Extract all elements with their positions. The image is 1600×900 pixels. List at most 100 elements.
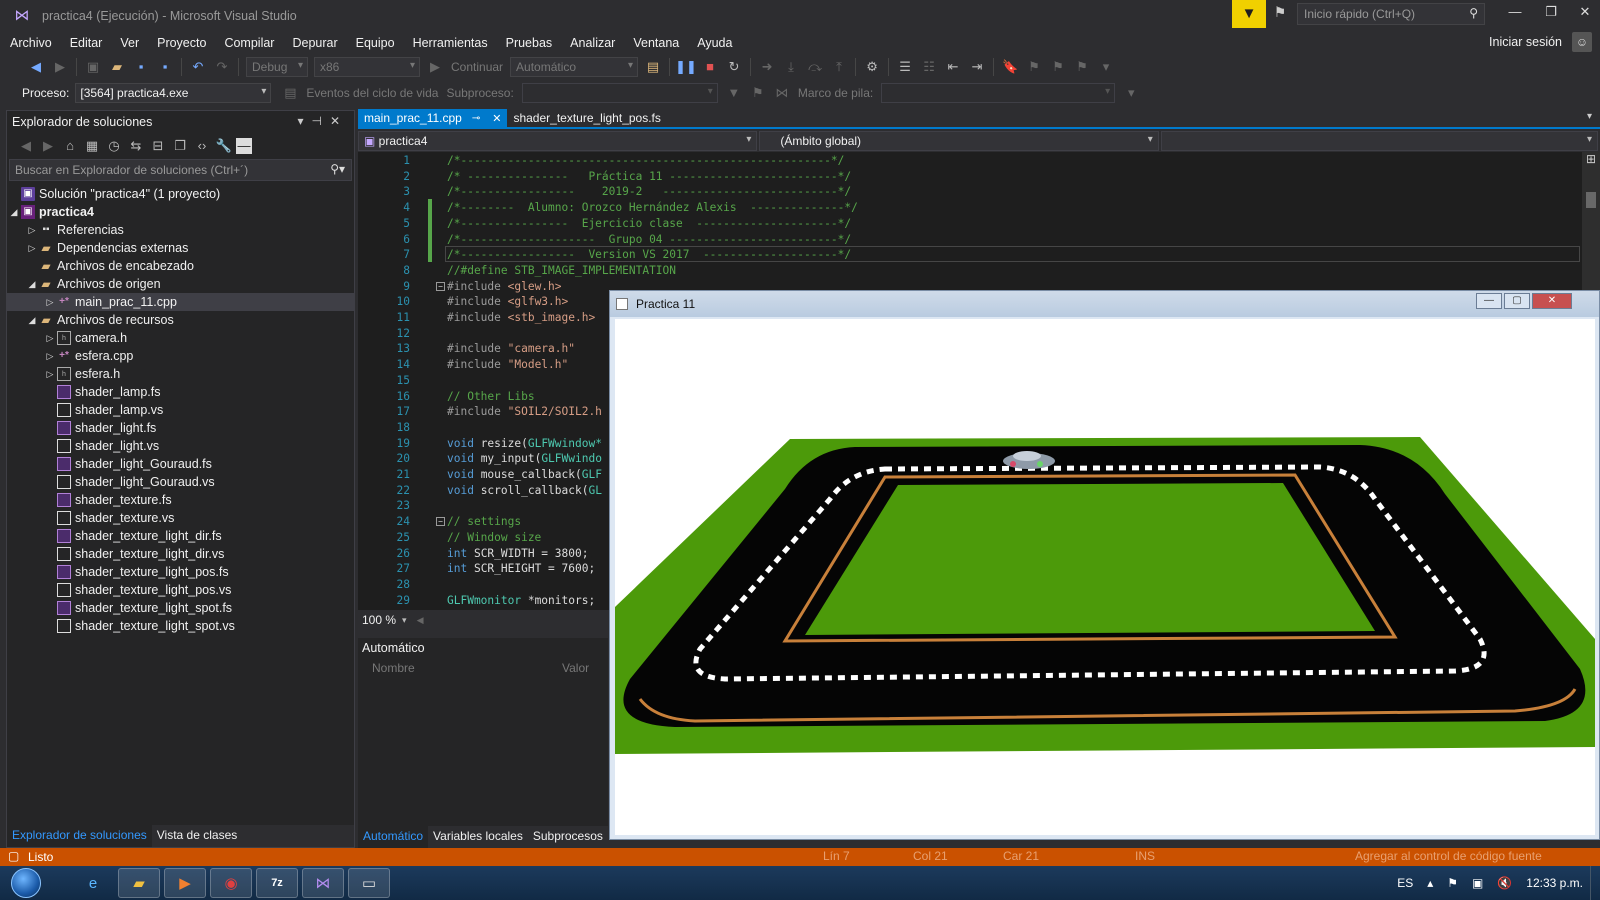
lifecycle-events-icon[interactable]: ▤ (279, 82, 301, 104)
tree-item[interactable]: shader_light_Gouraud.fs (7, 455, 354, 473)
continue-mode-select[interactable]: Automático (510, 57, 639, 77)
forward-icon[interactable]: ▶ (38, 135, 58, 157)
step-over-icon[interactable]: ⤼ (804, 56, 826, 78)
collapsed-arrow-icon[interactable]: ▷ (43, 297, 57, 308)
next-bookmark-icon[interactable]: ⚑ (1047, 56, 1069, 78)
scroll-left-icon[interactable]: ◀ (417, 615, 424, 626)
tab-locals[interactable]: Variables locales (428, 826, 528, 848)
scope-select[interactable]: (Ámbito global) (759, 131, 1159, 151)
chrome-icon[interactable]: ◉ (210, 868, 252, 898)
preview-icon[interactable]: — (236, 138, 252, 154)
expanded-arrow-icon[interactable]: ◢ (25, 279, 39, 290)
minimize-button[interactable]: — (1476, 293, 1502, 309)
menu-item-ventana[interactable]: Ventana (624, 36, 688, 50)
menu-item-proyecto[interactable]: Proyecto (148, 36, 215, 50)
quick-launch-input[interactable]: Inicio rápido (Ctrl+Q) ⚲ (1297, 3, 1485, 25)
continue-icon[interactable]: ▶ (424, 56, 446, 78)
tree-item[interactable]: shader_texture_light_spot.fs (7, 599, 354, 617)
column-value[interactable]: Valor (562, 661, 589, 675)
toggle-frames-icon[interactable]: ⋈ (771, 82, 793, 104)
step-into-icon[interactable]: ⤓ (780, 56, 802, 78)
notifications-filter-icon[interactable]: ▼ (1232, 0, 1266, 28)
toolbar-options-icon[interactable]: ▾ (1120, 82, 1142, 104)
start-button[interactable] (6, 866, 46, 900)
pin-icon[interactable]: ⊸ (472, 113, 480, 124)
tab-main-prac-11[interactable]: main_prac_11.cpp ⊸ ✕ (358, 109, 508, 127)
menu-item-equipo[interactable]: Equipo (347, 36, 404, 50)
tree-item[interactable]: shader_texture.vs (7, 509, 354, 527)
zoom-select[interactable]: 100 % (362, 613, 396, 627)
member-select[interactable] (1160, 131, 1598, 151)
flag-thread-icon[interactable]: ⚑ (747, 82, 769, 104)
save-all-icon[interactable]: ▪ (154, 56, 176, 78)
tree-item[interactable]: shader_light_Gouraud.vs (7, 473, 354, 491)
tree-item[interactable]: ◢ ▰ Archivos de recursos (7, 311, 354, 329)
toolbar-options-icon[interactable]: ▾ (1095, 56, 1117, 78)
menu-item-ver[interactable]: Ver (111, 36, 148, 50)
tree-item[interactable]: ▰ Archivos de encabezado (7, 257, 354, 275)
step-out-icon[interactable]: ⤒ (828, 56, 850, 78)
lifecycle-events-button[interactable]: Eventos del ciclo de vida (306, 86, 438, 100)
tree-item[interactable]: ▷ h camera.h (7, 329, 354, 347)
volume-muted-icon[interactable]: 🔇 (1497, 876, 1512, 890)
collapse-region-icon[interactable]: − (436, 517, 445, 527)
tree-item[interactable]: ◢ ▣ practica4 (7, 203, 354, 221)
expanded-arrow-icon[interactable]: ◢ (25, 315, 39, 326)
split-icon[interactable]: ⊞ (1584, 152, 1598, 166)
new-project-icon[interactable]: ▣ (82, 56, 104, 78)
scrollbar-thumb[interactable] (1586, 192, 1596, 208)
tab-threads[interactable]: Subprocesos (528, 826, 608, 848)
tree-item[interactable]: ▷ +* main_prac_11.cpp (7, 293, 354, 311)
menu-item-analizar[interactable]: Analizar (561, 36, 624, 50)
tree-item[interactable]: shader_texture_light_dir.fs (7, 527, 354, 545)
media-player-icon[interactable]: ▶ (164, 868, 206, 898)
collapsed-arrow-icon[interactable]: ▷ (43, 333, 57, 344)
file-explorer-icon[interactable]: ▰ (118, 868, 160, 898)
tree-item[interactable]: shader_texture_light_spot.vs (7, 617, 354, 635)
configuration-select[interactable]: Debug (246, 57, 308, 77)
menu-item-herramientas[interactable]: Herramientas (404, 36, 497, 50)
close-button[interactable]: ✕ (1570, 4, 1600, 26)
menu-item-pruebas[interactable]: Pruebas (497, 36, 562, 50)
solution-search-input[interactable]: Buscar en Explorador de soluciones (Ctrl… (9, 159, 352, 181)
tree-item[interactable]: ▷ h esfera.h (7, 365, 354, 383)
collapsed-arrow-icon[interactable]: ▷ (25, 225, 39, 236)
restart-icon[interactable]: ↻ (723, 56, 745, 78)
menu-item-archivo[interactable]: Archivo (0, 36, 61, 50)
restore-button[interactable]: ❐ (1536, 4, 1566, 26)
tree-item[interactable]: shader_light.fs (7, 419, 354, 437)
account-avatar-icon[interactable]: ☺ (1572, 32, 1592, 52)
switch-views-icon[interactable]: ▦ (82, 135, 102, 157)
thread-select[interactable] (521, 83, 718, 103)
tree-item[interactable]: shader_lamp.fs (7, 383, 354, 401)
tree-item[interactable]: shader_lamp.vs (7, 401, 354, 419)
menu-item-editar[interactable]: Editar (61, 36, 112, 50)
show-all-files-icon[interactable]: ❐ (170, 135, 190, 157)
process-select[interactable]: [3564] practica4.exe (75, 83, 272, 103)
collapse-all-icon[interactable]: ⊟ (148, 135, 168, 157)
sync-icon[interactable]: ⇆ (126, 135, 146, 157)
7zip-icon[interactable]: 7z (256, 868, 298, 898)
prev-bookmark-icon[interactable]: ⚑ (1023, 56, 1045, 78)
tab-solution-explorer[interactable]: Explorador de soluciones (7, 825, 152, 847)
platform-select[interactable]: x86 (314, 57, 420, 77)
home-icon[interactable]: ⌂ (60, 135, 80, 157)
visual-studio-icon[interactable]: ⋈ (302, 868, 344, 898)
language-indicator[interactable]: ES (1397, 876, 1413, 890)
menu-item-depurar[interactable]: Depurar (283, 36, 346, 50)
tree-item[interactable]: ▷ ▪▪ Referencias (7, 221, 354, 239)
stop-icon[interactable]: ■ (699, 56, 721, 78)
collapsed-arrow-icon[interactable]: ▷ (25, 243, 39, 254)
internet-explorer-icon[interactable]: e (72, 868, 114, 898)
project-select[interactable]: ▣ practica4 (358, 131, 758, 151)
collapsed-arrow-icon[interactable]: ▷ (43, 351, 57, 362)
show-next-statement-icon[interactable]: ➜ (756, 56, 778, 78)
forward-icon[interactable]: ▶ (49, 56, 71, 78)
bookmark-icon[interactable]: 🔖 (999, 56, 1021, 78)
indent-icon[interactable]: ⇥ (966, 56, 988, 78)
save-icon[interactable]: ▪ (130, 56, 152, 78)
network-icon[interactable]: ▣ (1472, 876, 1483, 890)
close-button[interactable]: ✕ (1532, 293, 1572, 309)
tab-shader-texture-light-pos[interactable]: shader_texture_light_pos.fs (507, 109, 666, 127)
show-hidden-icons-icon[interactable]: ▴ (1427, 876, 1433, 890)
